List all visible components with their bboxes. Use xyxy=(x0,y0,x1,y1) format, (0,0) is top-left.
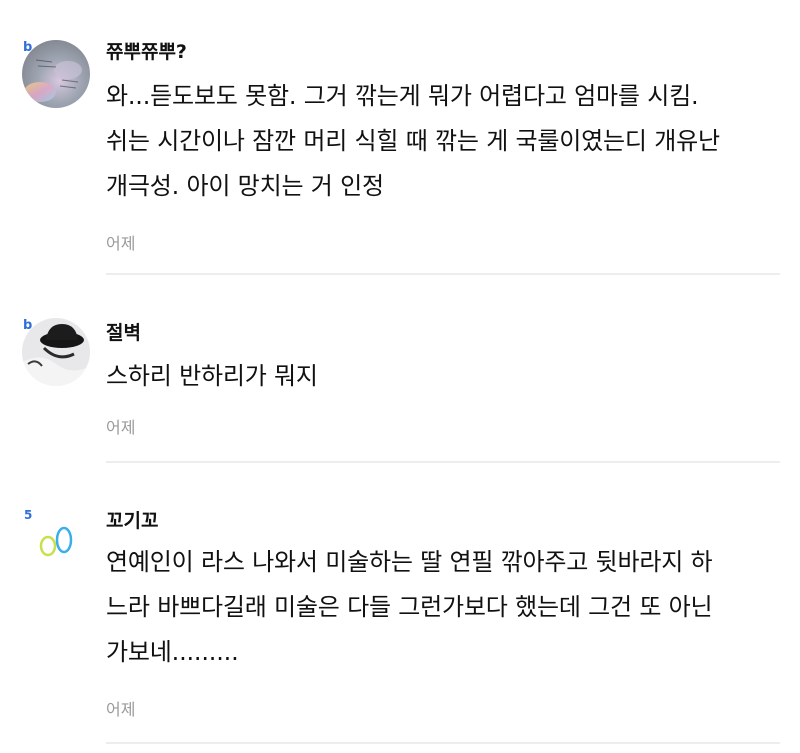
comment-item: b 쮸뿌쮸뿌? 와...듣도보도 못함. 그거 깎는게 뭐가 어렵다고 엄마를 … xyxy=(0,0,800,276)
comment-timestamp: 어제 xyxy=(106,700,136,719)
comment-text: 스하리 반하리가 뭐지 xyxy=(106,354,778,399)
comment-item: 5 꼬기꼬 연예인이 라스 나와서 미술하는 딸 연필 깎아주고 뒷바라지 하 … xyxy=(0,464,800,753)
comment-line: 스하리 반하리가 뭐지 xyxy=(106,362,318,390)
comment-text: 와...듣도보도 못함. 그거 깎는게 뭐가 어렵다고 엄마를 시킴. 쉬는 시… xyxy=(106,74,778,209)
svg-text:b: b xyxy=(23,318,32,332)
comment-line: 개극성. 아이 망치는 거 인정 xyxy=(106,172,384,200)
level-badge-icon: 5 xyxy=(22,506,38,522)
divider xyxy=(106,273,780,275)
divider xyxy=(106,742,780,744)
comment-line: 가보네......... xyxy=(106,638,239,666)
nickname[interactable]: 절벽 xyxy=(106,318,141,345)
comment-timestamp: 어제 xyxy=(106,234,136,253)
comment-item: b 절벽 스하리 반하리가 뭐지 어제 xyxy=(0,276,800,464)
comment-line: 연예인이 라스 나와서 미술하는 딸 연필 깎아주고 뒷바라지 하 xyxy=(106,548,713,576)
level-badge-icon: b xyxy=(22,38,38,55)
comment-line: 와...듣도보도 못함. 그거 깎는게 뭐가 어렵다고 엄마를 시킴. xyxy=(106,82,699,110)
comment-line: 느라 바쁘다길래 미술은 다들 그런가보다 했는데 그건 또 아닌 xyxy=(106,593,713,621)
comment-text: 연예인이 라스 나와서 미술하는 딸 연필 깎아주고 뒷바라지 하 느라 바쁘다… xyxy=(106,540,778,675)
level-badge-icon: b xyxy=(22,316,38,333)
comment-timestamp: 어제 xyxy=(106,418,136,437)
svg-text:b: b xyxy=(23,40,32,54)
svg-text:5: 5 xyxy=(24,508,32,522)
nickname[interactable]: 쮸뿌쮸뿌? xyxy=(106,37,187,64)
divider xyxy=(106,461,780,463)
comment-line: 쉬는 시간이나 잠깐 머리 식힐 때 깎는 게 국룰이였는디 개유난 xyxy=(106,127,720,155)
nickname[interactable]: 꼬기꼬 xyxy=(106,506,158,533)
